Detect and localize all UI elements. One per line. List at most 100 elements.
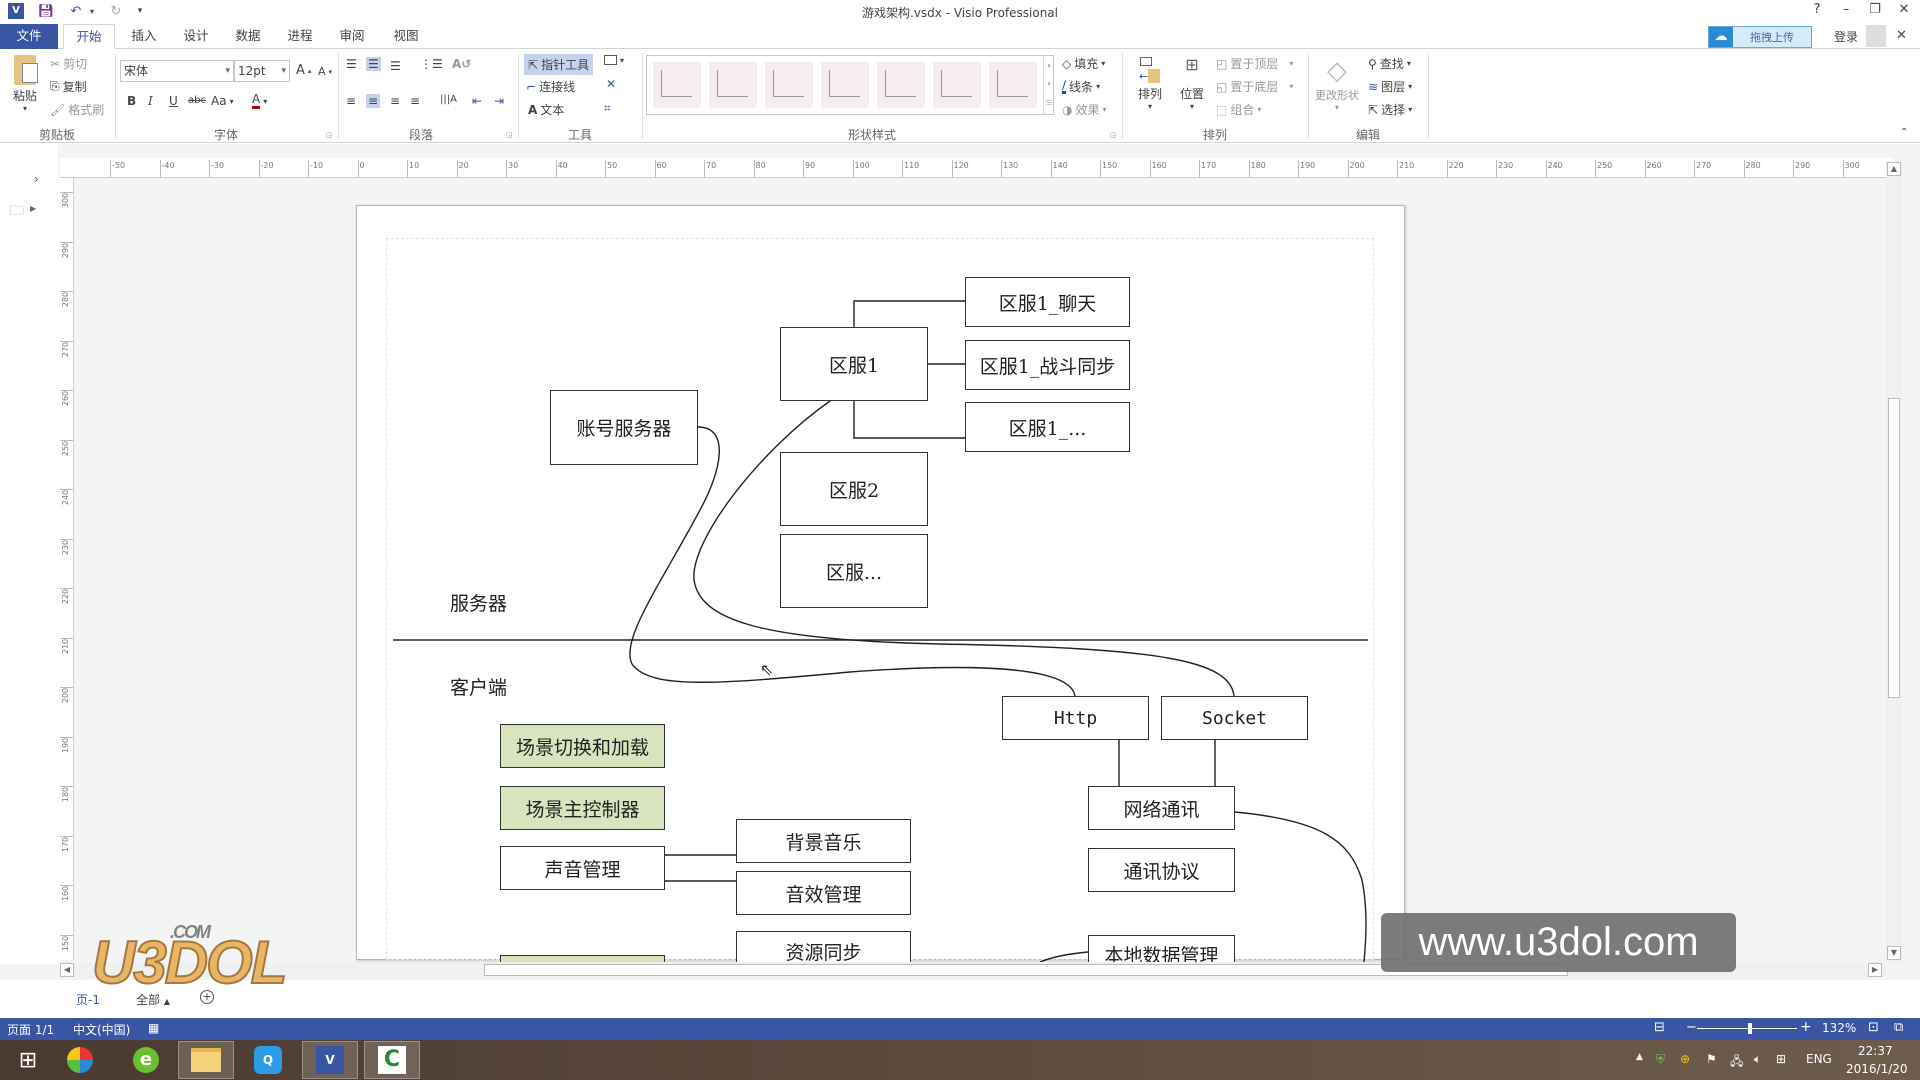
scroll-left-icon[interactable]: ◀ [60,963,74,977]
fit-page-icon[interactable]: ⊡ [1868,1020,1879,1035]
camtasia-icon[interactable]: C [364,1041,420,1079]
sign-in-link[interactable]: 登录 [1834,28,1858,45]
paste-button[interactable]: 粘贴 ▾ [10,55,40,113]
tray-expand-icon[interactable]: ▲ [1636,1052,1643,1062]
strikethrough-button[interactable]: abc [188,95,206,106]
clock-time[interactable]: 22:37 [1858,1044,1893,1058]
user-avatar-icon[interactable] [1866,25,1886,47]
tab-file[interactable]: 文件 [0,24,58,49]
expand-pane-icon[interactable]: › [34,172,39,186]
expand-arrow-icon[interactable]: ▶ [30,204,36,213]
collapse-ribbon-icon[interactable]: ⌃ [1900,127,1908,138]
network-icon[interactable]: 🖧︎ [1730,1052,1743,1073]
send-to-back-button[interactable]: ◱ 置于底层 ▾ [1216,78,1293,95]
visio-taskbar-icon[interactable]: V [302,1041,358,1079]
shape-zone1-chat[interactable]: 区服1_聊天 [965,277,1130,327]
crop-tool-icon[interactable]: ⌗ [604,101,611,116]
shape-zone-more[interactable]: 区服... [780,534,928,608]
style-swatch[interactable] [989,62,1037,108]
upload-button[interactable]: ☁ 拖拽上传 [1708,26,1812,48]
font-size-select[interactable]: 12pt ▾ [234,60,290,82]
increase-indent-button[interactable]: ⇥ [494,94,504,108]
align-middle-button[interactable]: ☰ [366,57,381,71]
style-swatch[interactable] [765,62,813,108]
align-right-button[interactable]: ≡ [390,94,400,108]
shape-socket[interactable]: Socket [1161,696,1308,740]
language-indicator[interactable]: 中文(中国) [73,1021,130,1038]
change-shape-button[interactable]: ◇ 更改形状 ▾ [1312,55,1362,112]
format-painter-button[interactable]: 🖌︎ 格式刷 [50,101,104,118]
copy-button[interactable]: ⎘ 复制 [50,78,87,95]
switch-windows-icon[interactable]: ⧉ [1894,1020,1903,1035]
photo-app-icon[interactable] [52,1041,108,1079]
change-case-button[interactable]: Aa ▾ [211,94,234,108]
shape-network[interactable]: 网络通讯 [1088,786,1235,830]
presentation-mode-icon[interactable]: ⊟ [1654,1020,1665,1035]
tab-home[interactable]: 开始 [63,24,115,49]
volume-icon[interactable]: 🔈︎ [1754,1052,1761,1067]
shape-local-data[interactable]: 本地数据管理 [1088,935,1235,962]
align-bottom-button[interactable]: ☰ [390,59,401,73]
align-shapes-button[interactable]: ← 排列 ▾ [1132,55,1168,111]
shape-zone1-battle[interactable]: 区服1_战斗同步 [965,340,1130,390]
minimize-button[interactable]: – [1835,2,1857,20]
help-button[interactable]: ? [1806,2,1828,20]
fill-button[interactable]: ◇ 填充 ▾ [1062,55,1105,72]
style-swatch[interactable] [933,62,981,108]
shape-http[interactable]: Http [1002,696,1149,740]
select-button[interactable]: ⇱ 选择 ▾ [1368,101,1412,118]
zoom-slider[interactable] [1697,1028,1797,1029]
style-swatch[interactable] [709,62,757,108]
delete-connection-icon[interactable]: ✕ [606,77,616,91]
shape-scene-controller[interactable]: 场景主控制器 [500,786,665,830]
find-button[interactable]: ⚲ 查找 ▾ [1368,55,1411,72]
align-center-button[interactable]: ≡ [366,94,381,108]
start-icon[interactable]: ⊞ [0,1041,56,1079]
style-swatch[interactable] [877,62,925,108]
connector-tool-button[interactable]: ⌐ 连接线 [526,78,575,95]
effects-button[interactable]: ◑ 效果 ▾ [1062,101,1107,118]
grow-font-button[interactable]: A ▴ [296,63,311,78]
text-rotate-button[interactable]: A↺ [452,57,471,71]
text-tool-button[interactable]: A 文本 [528,101,564,118]
tab-design[interactable]: 设计 [170,24,222,49]
font-color-button[interactable]: A ▾ [252,93,267,109]
shape-sound-manager[interactable]: 声音管理 [500,846,665,890]
macro-record-icon[interactable]: ▦ [148,1021,159,1035]
vertical-scrollbar[interactable]: ▲ ▼ [1886,162,1902,962]
cut-button[interactable]: ✂ 剪切 [50,55,87,72]
bold-button[interactable]: B [127,94,136,108]
scroll-right-icon[interactable]: ▶ [1868,963,1882,977]
security-shield-icon[interactable]: ⛨ [1656,1052,1665,1067]
shape-sfx-manager[interactable]: 音效管理 [736,871,911,915]
style-swatch[interactable] [821,62,869,108]
line-button[interactable]: ∕ 线条 ▾ [1062,78,1100,95]
shape-bgm[interactable]: 背景音乐 [736,819,911,863]
shape-zone1[interactable]: 区服1 [780,327,928,401]
tab-view[interactable]: 视图 [378,24,434,49]
scroll-up-icon[interactable]: ▲ [1887,162,1901,176]
underline-button[interactable]: U [169,94,178,108]
dialog-launcher-icon[interactable]: ◲ [506,131,513,139]
restore-button[interactable]: ❐ [1864,2,1886,20]
vertical-scroll-thumb[interactable] [1888,398,1900,698]
bullets-button[interactable]: ⋮☰ [420,57,443,71]
dialog-launcher-icon[interactable]: ◲ [1110,131,1117,139]
shape-zone1-more[interactable]: 区服1_... [965,402,1130,452]
justify-button[interactable]: ≡ [410,94,420,108]
scroll-down-icon[interactable]: ▼ [1887,946,1901,960]
file-explorer-icon[interactable] [178,1041,234,1079]
close-button[interactable]: ✕ [1893,2,1915,20]
shape-account-server[interactable]: 账号服务器 [550,390,698,465]
layers-button[interactable]: ≋ 图层 ▾ [1368,78,1412,95]
style-swatch[interactable] [653,62,701,108]
shape-zone2[interactable]: 区服2 [780,452,928,526]
tab-insert[interactable]: 插入 [118,24,170,49]
tab-data[interactable]: 数据 [222,24,274,49]
shape-green-partial[interactable] [500,955,665,962]
text-direction-button[interactable]: |||A [440,94,457,105]
tab-process[interactable]: 进程 [274,24,326,49]
gallery-scroll[interactable]: ▴ ▾ ☰ [1043,56,1054,114]
input-language[interactable]: ENG [1806,1052,1832,1066]
security-app-icon[interactable]: ⊕ [1680,1052,1690,1066]
